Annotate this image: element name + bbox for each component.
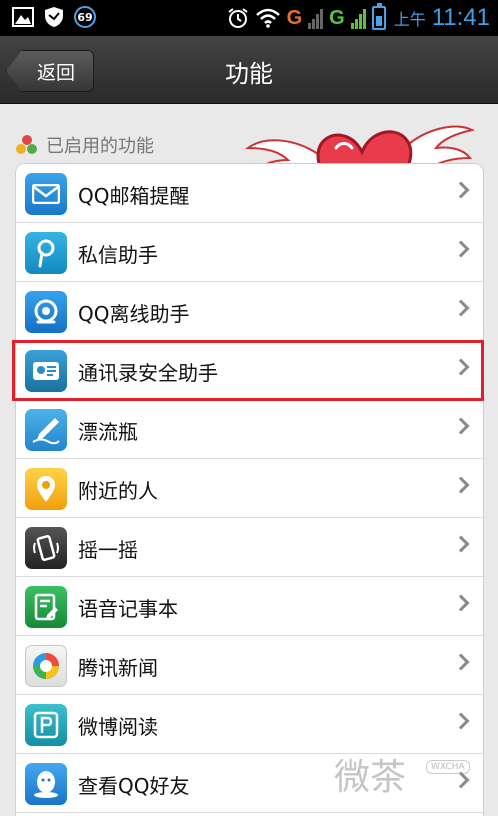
list-item-label: QQ邮箱提醒 xyxy=(78,184,190,208)
weibo-reader-icon xyxy=(25,704,67,746)
shield-icon xyxy=(45,7,63,27)
status-bar-left: 69 xyxy=(12,6,96,28)
signal-strength-icon-1 xyxy=(308,7,324,29)
chevron-right-icon xyxy=(452,299,470,317)
list-item-shake[interactable]: 摇一摇 xyxy=(16,518,483,577)
tencent-news-icon xyxy=(25,645,67,687)
notification-count-badge: 69 xyxy=(74,6,96,28)
list-item-qq-offline-assistant[interactable]: QQ离线助手 xyxy=(16,282,483,341)
chevron-right-icon xyxy=(452,535,470,553)
chevron-right-icon xyxy=(452,712,470,730)
chevron-right-icon xyxy=(452,594,470,612)
watermark: 微茶 xyxy=(334,757,407,798)
list-item-label: 摇一摇 xyxy=(78,538,138,562)
shake-phone-icon xyxy=(25,527,67,569)
signal-strength-icon-2 xyxy=(350,7,366,29)
list-item-weibo-reader[interactable]: 微博阅读 xyxy=(16,695,483,754)
network-type-g-orange: G xyxy=(286,6,303,29)
list-item-label: 通讯录安全助手 xyxy=(78,361,218,385)
section-header-label: 已启用的功能 xyxy=(46,136,154,157)
list-item-label: QQ离线助手 xyxy=(78,302,190,326)
back-button-label: 返回 xyxy=(36,61,75,84)
chevron-right-icon xyxy=(452,240,470,258)
gallery-icon xyxy=(12,7,34,27)
list-item-drift-bottle[interactable]: 漂流瓶 xyxy=(16,400,483,459)
private-message-icon xyxy=(25,232,67,274)
list-item-tencent-news[interactable]: 腾讯新闻 xyxy=(16,636,483,695)
list-item-label: 腾讯新闻 xyxy=(78,656,158,680)
list-item-label: 查看QQ好友 xyxy=(78,774,190,798)
battery-icon xyxy=(371,3,386,30)
qq-friends-icon xyxy=(25,763,67,805)
chevron-right-icon xyxy=(452,771,470,789)
chevron-right-icon xyxy=(452,358,470,376)
location-pin-icon xyxy=(25,468,67,510)
list-item-qq-mail-reminder[interactable]: QQ邮箱提醒 xyxy=(16,164,483,223)
chevron-right-icon xyxy=(452,417,470,435)
network-type-g-green: G xyxy=(329,6,345,29)
status-time: 11:41 xyxy=(431,4,490,31)
list-item-label: 漂流瓶 xyxy=(78,420,138,444)
list-item-private-message-assistant[interactable]: 私信助手 xyxy=(16,223,483,282)
status-bar: 69 G G 上午 11:41 xyxy=(0,0,498,36)
drift-bottle-icon xyxy=(25,409,67,451)
list-item-label: 私信助手 xyxy=(78,243,158,267)
contacts-security-icon xyxy=(25,350,67,392)
list-item-view-qq-friends[interactable]: 查看QQ好友 xyxy=(16,754,483,813)
chevron-right-icon xyxy=(452,476,470,494)
colored-dots-icon xyxy=(16,135,38,155)
title-bar: 返回 功能 xyxy=(0,36,498,104)
list-item-label: 微博阅读 xyxy=(78,715,158,739)
list-item-people-nearby[interactable]: 附近的人 xyxy=(16,459,483,518)
voice-notepad-icon xyxy=(25,586,67,628)
list-item-label: 语音记事本 xyxy=(78,597,178,621)
offline-assistant-icon xyxy=(25,291,67,333)
mail-icon xyxy=(25,173,67,215)
status-ampm: 上午 xyxy=(393,10,426,29)
chevron-right-icon xyxy=(452,181,470,199)
list-item-label: 附近的人 xyxy=(78,479,158,503)
features-list: QQ邮箱提醒 私信助手 QQ离线助手 通讯录安全助手 漂流瓶 附近的人 摇一摇 … xyxy=(15,163,484,816)
watermark-badge: WXCHA xyxy=(426,760,470,774)
list-item-voice-notepad[interactable]: 语音记事本 xyxy=(16,577,483,636)
alarm-clock-icon xyxy=(227,8,248,28)
section-header: 已启用的功能 xyxy=(16,132,154,158)
list-item-contacts-security-assistant[interactable]: 通讯录安全助手 xyxy=(16,341,483,400)
chevron-right-icon xyxy=(452,653,470,671)
wifi-icon xyxy=(255,8,280,28)
status-bar-right: G G 上午 11:41 xyxy=(227,3,490,32)
